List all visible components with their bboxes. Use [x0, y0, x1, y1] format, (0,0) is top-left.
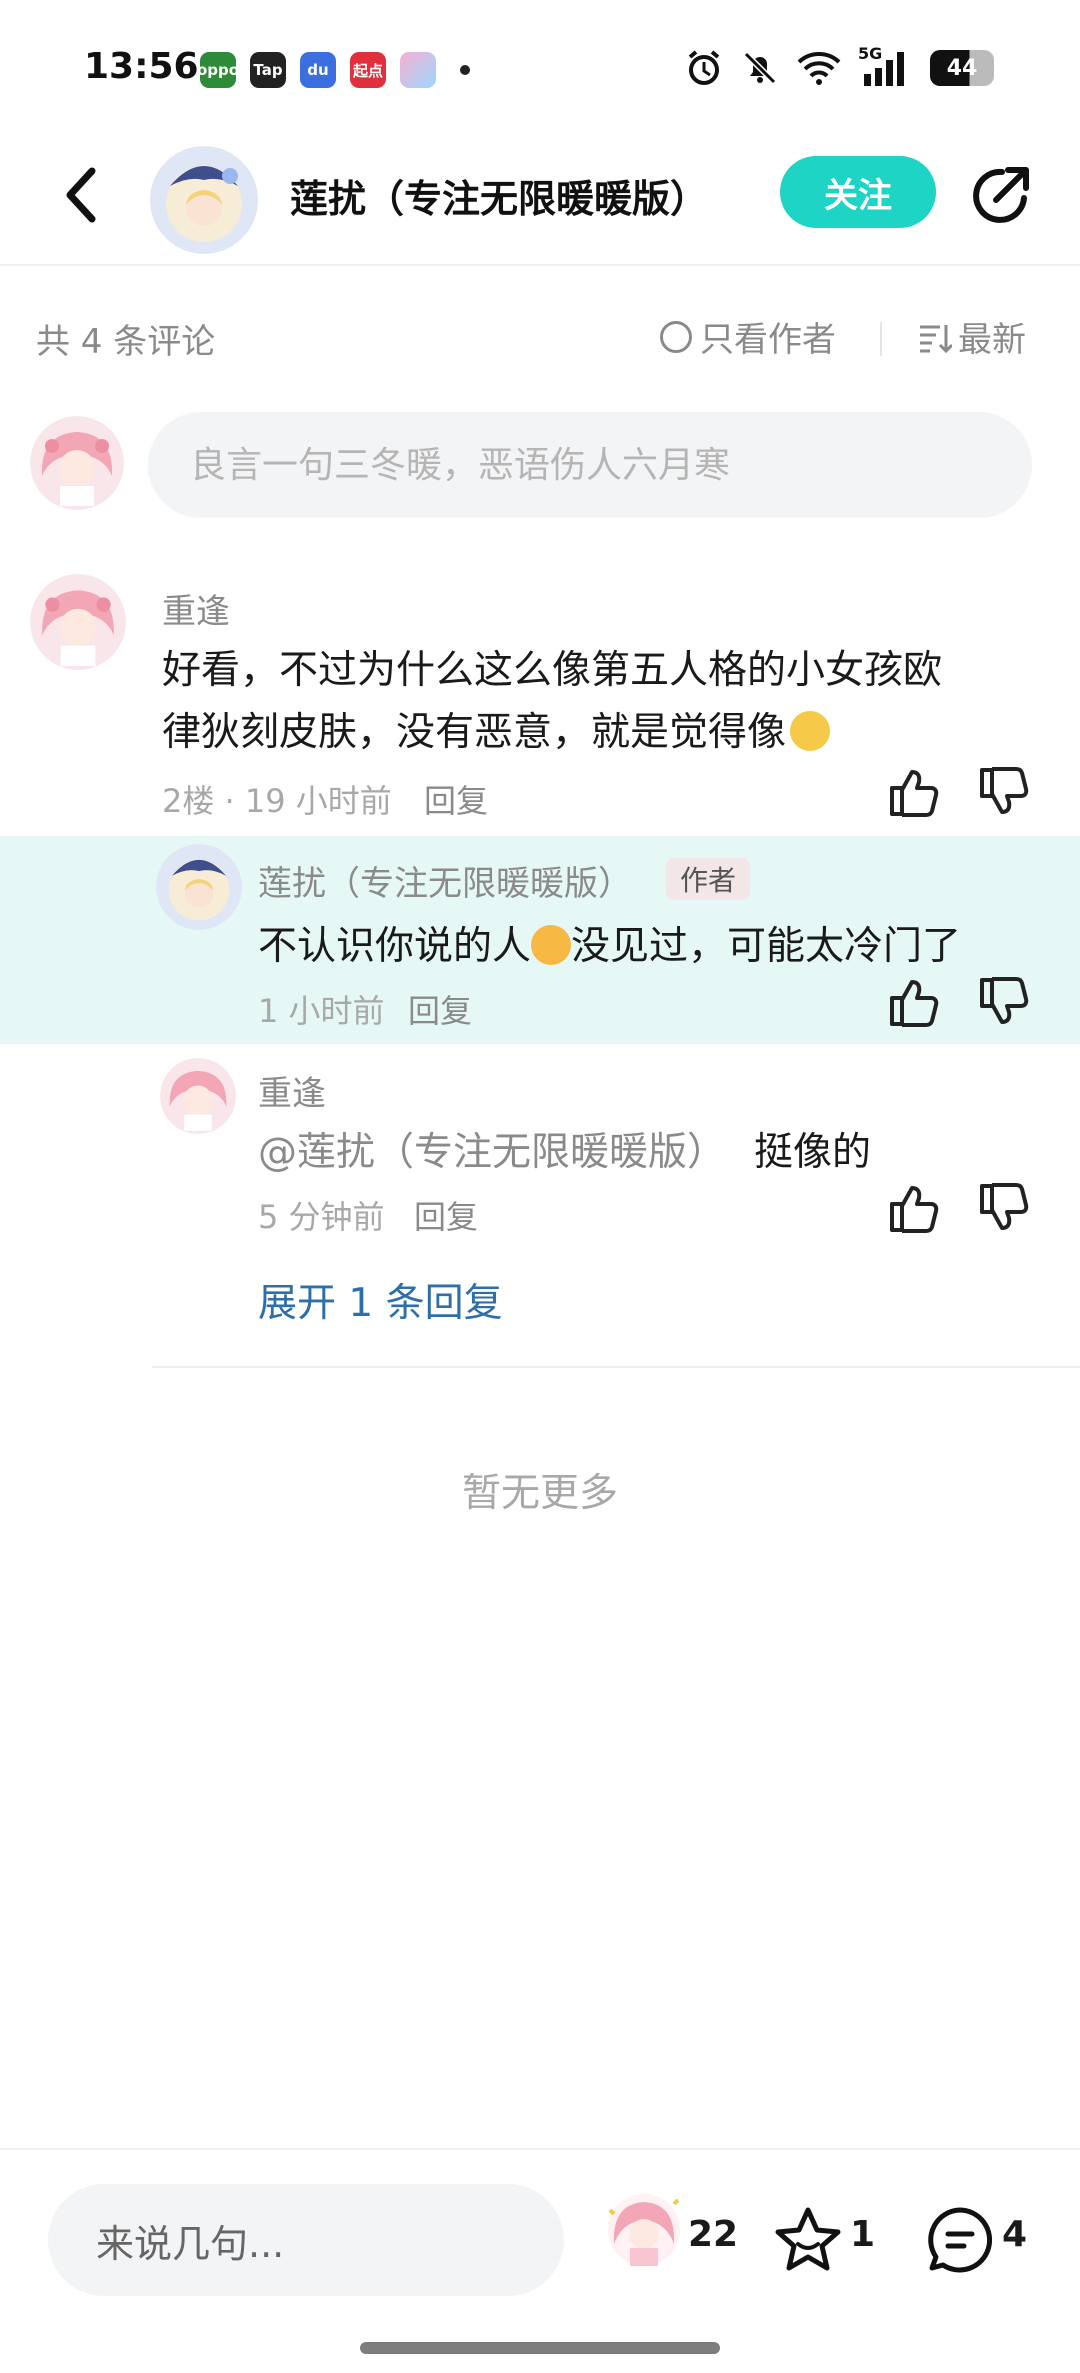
mention-link[interactable]: @莲扰（专注无限暖暖版） — [258, 1130, 726, 1175]
thumbs-down-icon — [980, 1183, 1029, 1230]
comment-count-bottom: 4 — [1002, 2214, 1028, 2255]
reply-button[interactable]: 回复 — [424, 776, 488, 822]
say-something-input[interactable]: 来说几句... — [48, 2184, 564, 2296]
bottom-action-bar: 来说几句... 22 1 4 — [0, 2148, 1080, 2373]
back-button[interactable] — [52, 160, 112, 230]
reply-author-avatar[interactable] — [160, 1058, 236, 1134]
comment-text-line-2: 律狄刻皮肤，没有恶意，就是觉得像 — [162, 702, 831, 764]
star-icon — [775, 2207, 841, 2271]
like-button[interactable] — [886, 974, 942, 1030]
reply-author[interactable]: 莲扰（专注无限暖暖版） — [258, 856, 632, 905]
comments-toolbar: 共 4 条评论 只看作者 最新 — [0, 300, 1080, 372]
cellular-signal-icon: 5G — [858, 44, 914, 88]
comment-text-line-2-text: 律狄刻皮肤，没有恶意，就是觉得像 — [162, 710, 787, 755]
reply-time: 1 小时前 — [258, 992, 385, 1030]
dislike-button[interactable] — [976, 974, 1032, 1030]
thumbs-up-icon — [890, 980, 939, 1027]
reply-text-part-2: 没见过，可能太冷门了 — [571, 924, 962, 969]
taptap-icon: Tap — [250, 52, 286, 88]
toolbar-divider — [880, 322, 882, 356]
dislike-button[interactable] — [976, 764, 1032, 820]
follow-button[interactable]: 关注 — [780, 156, 936, 228]
author-avatar[interactable] — [150, 146, 258, 254]
post-header: 莲扰（专注无限暖暖版） 关注 — [0, 130, 1080, 266]
battery-icon: 44 — [930, 50, 994, 86]
commenter-avatar[interactable] — [30, 574, 126, 670]
like-button[interactable] — [886, 1180, 942, 1236]
sort-icon — [920, 324, 952, 353]
status-bar: 13:56 oppo Tap du 起点 5G 44 — [0, 0, 1080, 130]
comment-author[interactable]: 重逢 — [162, 584, 230, 633]
more-notifications-dot — [460, 65, 470, 75]
comment-text-line-1: 好看，不过为什么这么像第五人格的小女孩欧 — [162, 648, 943, 693]
heart-eyes-emoji-icon — [531, 925, 572, 965]
smile-emoji-icon — [790, 711, 831, 751]
reply-button[interactable]: 回复 — [414, 1192, 478, 1238]
comment-bubble-icon — [928, 2207, 993, 2273]
mute-bell-icon — [743, 51, 777, 85]
thumbs-down-icon — [980, 977, 1029, 1024]
avatar-illustration — [150, 146, 258, 254]
expand-replies-link[interactable]: 展开 1 条回复 — [258, 1272, 503, 1328]
favorite-button[interactable] — [772, 2204, 844, 2276]
page-title: 莲扰（专注无限暖暖版） — [290, 177, 709, 221]
thumbs-down-icon — [980, 767, 1029, 814]
author-badge: 作者 — [666, 858, 751, 900]
share-button[interactable] — [966, 160, 1036, 230]
reply-text-body: 挺像的 — [754, 1130, 872, 1175]
reply-button[interactable]: 回复 — [408, 986, 472, 1032]
oppo-app-icon: oppo — [197, 52, 239, 88]
comment-button[interactable] — [924, 2204, 996, 2276]
comment-input[interactable] — [148, 412, 1032, 518]
chevron-left-icon — [66, 167, 96, 223]
thread-divider — [152, 1366, 1080, 1368]
comment-count: 共 4 条评论 — [36, 322, 216, 362]
author-only-toggle[interactable]: 只看作者 — [660, 312, 836, 361]
dislike-button[interactable] — [976, 1180, 1032, 1236]
author-only-label: 只看作者 — [700, 320, 836, 360]
reply-text: 不认识你说的人 没见过，可能太冷门了 — [258, 916, 961, 978]
reply-text: @莲扰（专注无限暖暖版） 挺像的 — [258, 1122, 871, 1184]
alarm-icon — [688, 50, 720, 85]
sort-label: 最新 — [958, 320, 1026, 360]
like-button[interactable] — [886, 764, 942, 820]
reply-time: 5 分钟前 — [258, 1198, 385, 1236]
sort-button[interactable]: 最新 — [916, 312, 1026, 361]
no-more-text: 暂无更多 — [461, 1471, 618, 1516]
colorful-app-icon — [400, 52, 436, 88]
thumbs-up-icon — [890, 1186, 939, 1233]
home-indicator[interactable] — [360, 2342, 720, 2354]
like-avatar-icon[interactable] — [604, 2190, 684, 2270]
comment-floor-time: 2楼 · 19 小时前 — [162, 782, 392, 820]
thumbs-up-icon — [890, 770, 939, 817]
reply-author[interactable]: 重逢 — [258, 1066, 326, 1115]
status-app-icons: oppo Tap du 起点 — [197, 52, 470, 88]
reply-text-part-1: 不认识你说的人 — [258, 924, 532, 969]
like-count: 22 — [688, 2214, 739, 2255]
share-icon — [973, 167, 1029, 223]
qidian-icon: 起点 — [350, 52, 386, 88]
baidu-icon: du — [300, 52, 336, 88]
favorite-count: 1 — [850, 2214, 876, 2255]
radio-icon — [660, 320, 692, 353]
reply-author-avatar[interactable] — [156, 844, 242, 930]
status-time: 13:56 — [84, 46, 199, 87]
status-indicators: 5G 44 — [684, 44, 994, 88]
my-avatar — [30, 416, 124, 510]
wifi-icon — [797, 52, 841, 85]
